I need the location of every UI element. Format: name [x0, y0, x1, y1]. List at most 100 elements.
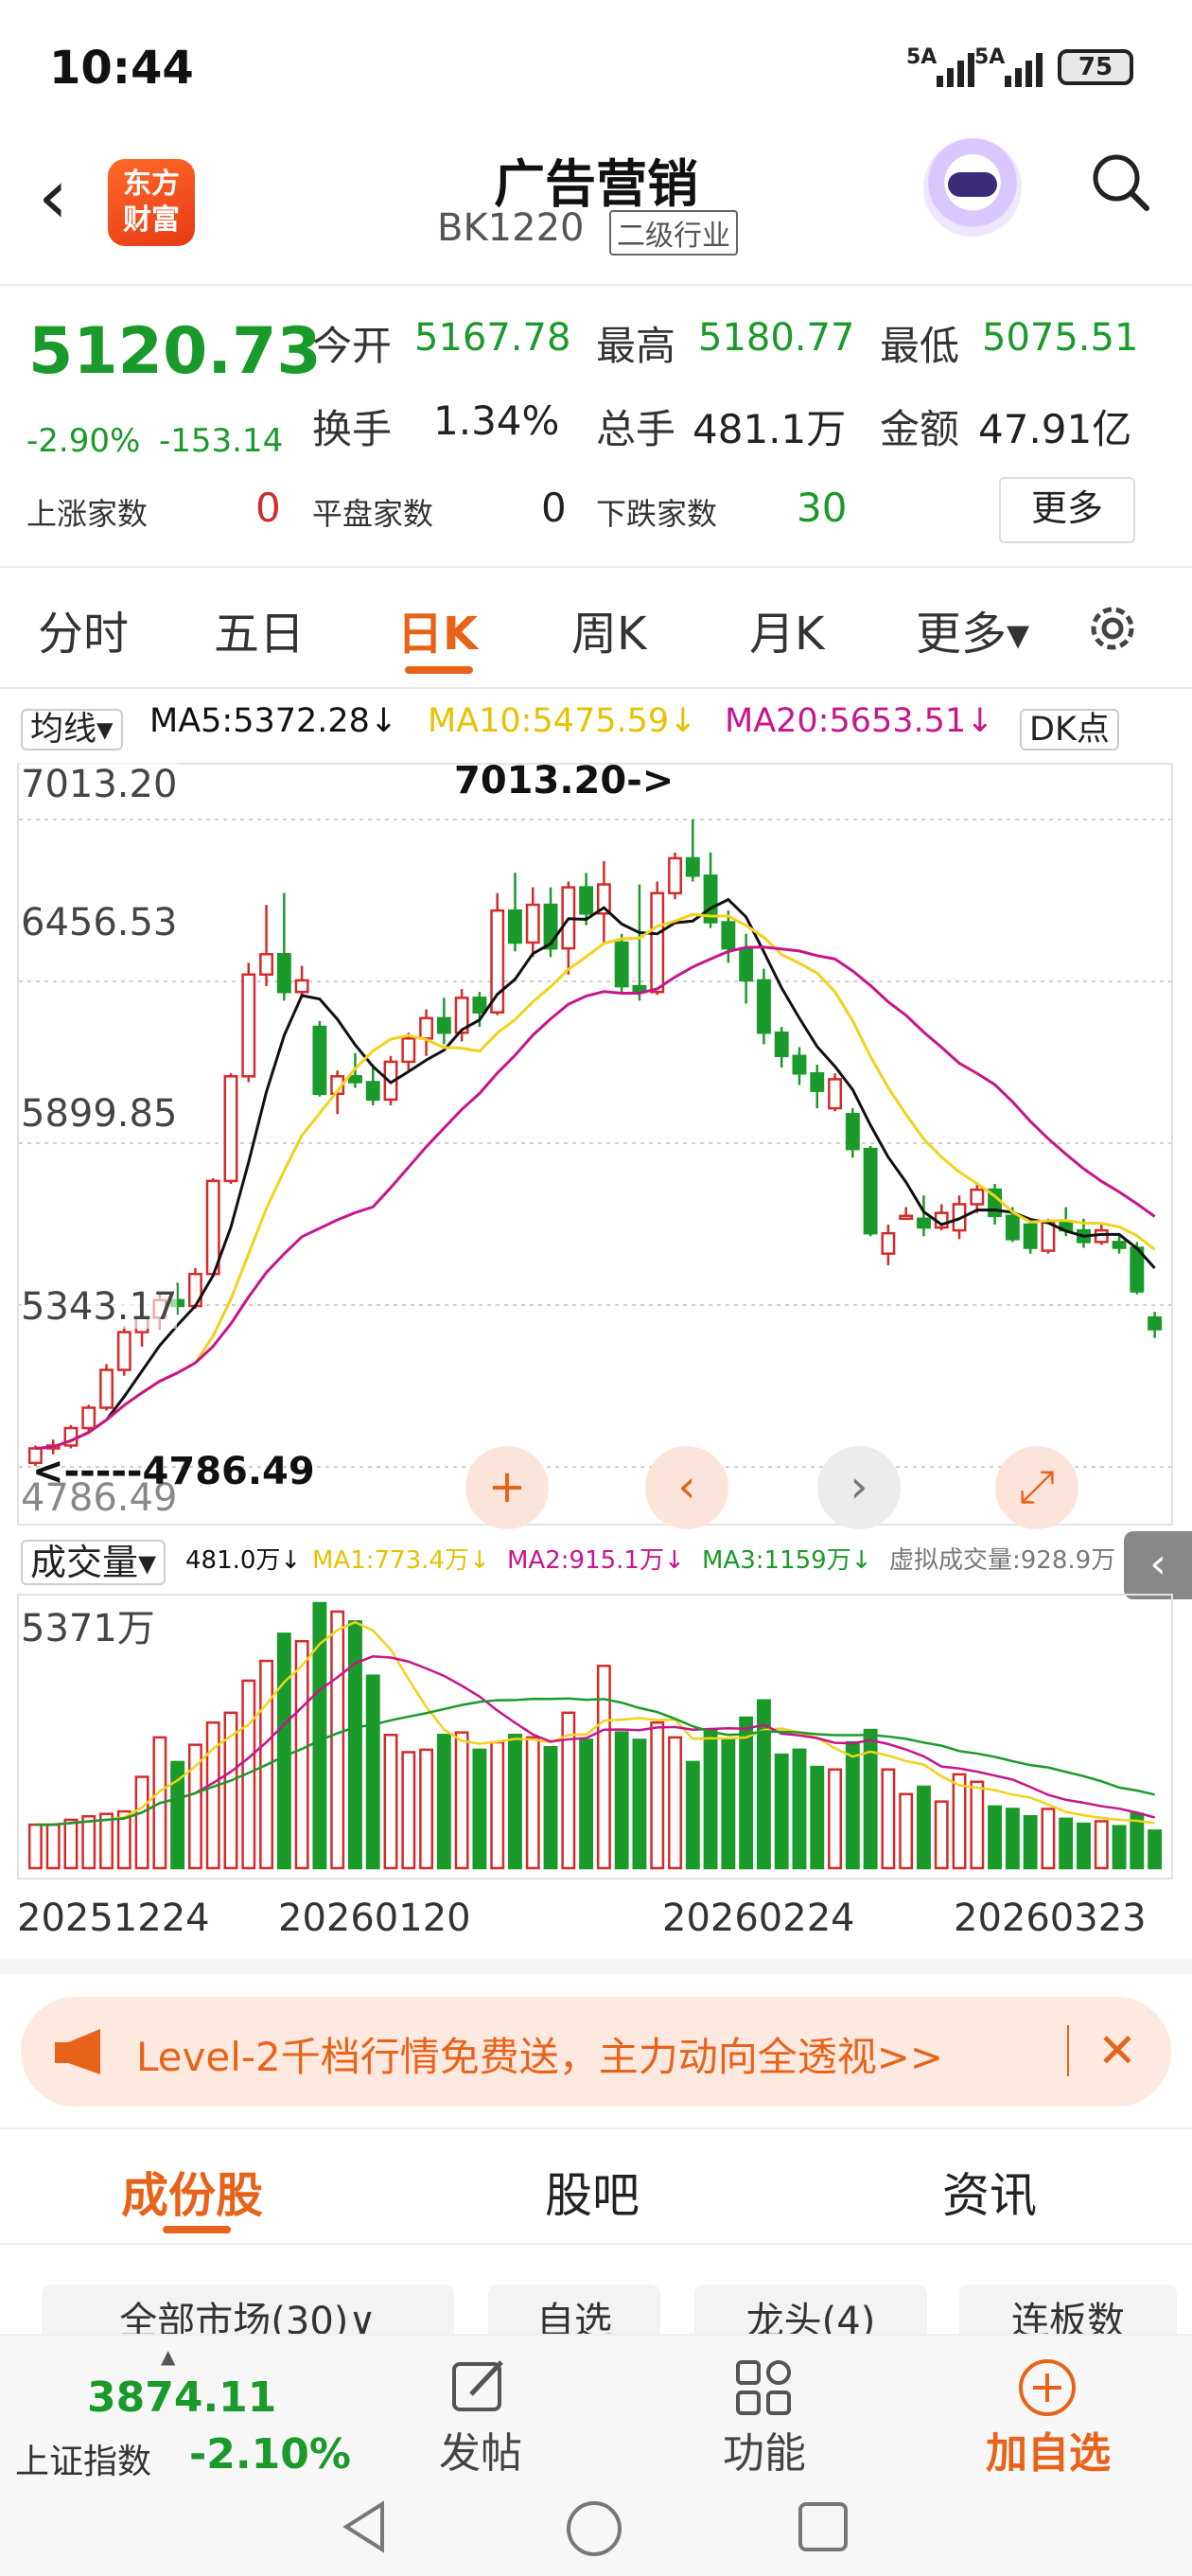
volume-bar: [63, 1818, 79, 1870]
candle: [970, 1188, 985, 1206]
candle: [668, 856, 682, 895]
more-stats-button[interactable]: 更多: [999, 477, 1135, 543]
flat-count-label: 平盘家数: [312, 496, 434, 532]
candle: [99, 1368, 114, 1409]
close-icon[interactable]: ✕: [1097, 2023, 1137, 2078]
index-expand-icon[interactable]: ▲: [161, 2345, 175, 2368]
add-watchlist-button[interactable]: 加自选: [963, 2419, 1133, 2479]
volume-bar: [1112, 1825, 1127, 1870]
volume-bar: [810, 1765, 825, 1870]
turnover-label: 换手: [312, 406, 393, 452]
dk-point-button[interactable]: DK点: [1020, 702, 1119, 750]
candle: [863, 1147, 878, 1235]
volume-selector[interactable]: 成交量▾: [21, 1533, 167, 1585]
candle: [276, 953, 291, 994]
post-button[interactable]: 发帖: [395, 2419, 566, 2479]
low-label: 最低: [880, 323, 960, 369]
volume-chart[interactable]: [19, 1596, 1171, 1878]
volume-bar: [739, 1716, 754, 1870]
tabs-bottom-divider: [0, 2243, 1192, 2245]
candle: [685, 856, 700, 877]
volume-bar: [596, 1665, 611, 1870]
candle: [205, 1179, 220, 1276]
zoom-in-button[interactable]: +: [465, 1446, 549, 1529]
volume-bar: [792, 1748, 807, 1870]
scroll-right-button[interactable]: ›: [817, 1446, 901, 1529]
filter-chip-all-market[interactable]: 全部市场(30)∨: [42, 2285, 454, 2341]
candle: [1148, 1316, 1163, 1331]
tab-more[interactable]: 更多▾: [916, 596, 1029, 662]
x-tick-label: 20251224: [17, 1897, 210, 1940]
functions-grid-icon[interactable]: [730, 2355, 797, 2421]
scroll-left-button[interactable]: ‹: [645, 1446, 728, 1529]
tab-constituents[interactable]: 成份股: [121, 2158, 263, 2226]
nav-back-icon[interactable]: [337, 2498, 390, 2555]
candle: [756, 979, 771, 1034]
tab-five-day[interactable]: 五日: [214, 596, 305, 662]
candle: [223, 1075, 238, 1183]
volume-bar: [401, 1751, 416, 1870]
signal-bars-icon-2: [1005, 49, 1043, 87]
volume-bar: [365, 1674, 380, 1870]
candle: [614, 941, 629, 988]
tab-intraday[interactable]: 分时: [38, 596, 129, 662]
y-tick-label: 6456.53: [21, 901, 178, 944]
candle: [899, 1214, 914, 1221]
tab-daily-k[interactable]: 日K: [397, 596, 478, 662]
tab-monthly-k[interactable]: 月K: [749, 596, 824, 662]
ma20-legend: MA20:5653.51↓: [725, 702, 994, 740]
volume-bar: [294, 1639, 309, 1870]
filter-chip-limit-streak[interactable]: 连板数: [959, 2285, 1177, 2341]
high-value: 5180.77: [698, 316, 855, 360]
search-icon[interactable]: [1090, 151, 1150, 212]
volume-bar: [276, 1632, 291, 1870]
ma-selector[interactable]: 均线▾: [21, 702, 123, 750]
tabs-top-divider: [0, 2127, 1192, 2129]
nav-home-icon[interactable]: [564, 2498, 624, 2559]
index-name[interactable]: 上证指数: [15, 2434, 151, 2483]
candle: [845, 1112, 860, 1151]
kline-chart[interactable]: [19, 765, 1171, 1524]
candle: [508, 909, 522, 944]
volume-bar: [419, 1748, 434, 1870]
amount-label: 金额: [880, 406, 960, 452]
functions-button[interactable]: 功能: [679, 2419, 850, 2479]
index-change: -2.10%: [189, 2430, 351, 2479]
volume-bar: [668, 1736, 682, 1870]
promo-text[interactable]: Level-2千档行情免费送，主力动向全透视>>: [136, 2025, 943, 2083]
collapse-panel-button[interactable]: ‹: [1124, 1531, 1192, 1599]
status-time: 10:44: [49, 42, 194, 95]
max-price-annotation: 7013.20->: [454, 759, 675, 803]
volume-bar: [934, 1800, 949, 1870]
candle: [881, 1231, 896, 1255]
tab-weekly-k[interactable]: 周K: [571, 596, 646, 662]
index-value[interactable]: 3874.11: [87, 2373, 276, 2422]
fullscreen-button[interactable]: ⤢: [995, 1446, 1078, 1529]
volume-bar: [579, 1738, 594, 1870]
tab-news[interactable]: 资讯: [942, 2158, 1037, 2226]
volume-bar: [99, 1812, 114, 1870]
volume-bar: [1094, 1820, 1109, 1870]
volume-label: 总手: [596, 406, 676, 452]
volume-bar: [45, 1823, 61, 1870]
add-watchlist-icon[interactable]: [1014, 2355, 1080, 2421]
tab-forum[interactable]: 股吧: [545, 2158, 640, 2226]
settings-gear-icon[interactable]: [1082, 598, 1143, 659]
filter-chip-watchlist[interactable]: 自选: [488, 2285, 660, 2341]
filter-chip-leaders[interactable]: 龙头(4): [694, 2285, 927, 2341]
assistant-robot-icon[interactable]: [923, 138, 1022, 237]
x-tick-label: 20260224: [662, 1897, 855, 1940]
open-label: 今开: [312, 323, 393, 369]
volume-bar: [1077, 1822, 1091, 1870]
volume-bar: [27, 1823, 43, 1870]
post-edit-icon[interactable]: [447, 2355, 513, 2421]
ma-selector-label: 均线▾: [21, 709, 123, 750]
promo-divider: [1067, 2025, 1069, 2076]
min-price-annotation: <-----4786.49: [32, 1450, 315, 1493]
volume-bar: [543, 1746, 558, 1870]
candle: [810, 1071, 825, 1092]
megaphone-icon: [55, 2029, 100, 2074]
candle: [116, 1331, 131, 1371]
nav-recents-icon[interactable]: [795, 2498, 851, 2555]
volume-bar: [490, 1740, 505, 1870]
